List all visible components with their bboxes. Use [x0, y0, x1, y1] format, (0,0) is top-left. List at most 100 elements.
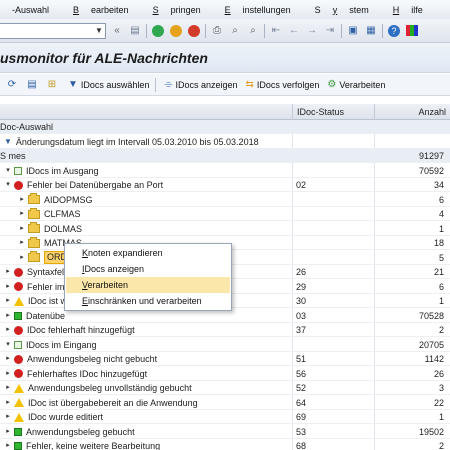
cancel-red-icon[interactable]	[187, 24, 201, 38]
tree-row[interactable]: ▾ Fehler bei Datenübergabe an Port 02 34	[0, 178, 450, 192]
expand-arrow-icon[interactable]: ▸	[4, 410, 12, 424]
tree-node[interactable]: ▸ AIDOPMSG	[18, 193, 93, 207]
expand-arrow-icon[interactable]: ▸	[4, 396, 12, 410]
expand-arrow-icon[interactable]: ▸	[18, 207, 26, 221]
menu-item-einschraenken-und-verarbeiten[interactable]: Einschränken und verarbeiten	[66, 293, 230, 309]
menu-item-system[interactable]: Sy stem	[303, 5, 381, 15]
expand-arrow-icon[interactable]: ▸	[4, 323, 12, 337]
tree-row[interactable]: ▸ IDoc fehlerhaft hinzugefügt 37 2	[0, 323, 450, 337]
menu-item-auswahl[interactable]: -Auswahl	[0, 5, 61, 15]
tree-row[interactable]: S mes 91297	[0, 149, 450, 163]
tree-node[interactable]: ▸ IDoc ist w	[4, 294, 67, 308]
verarbeiten-button[interactable]: ⚙ Verarbeiten	[327, 79, 385, 90]
help-icon[interactable]: ?	[387, 24, 401, 38]
tree-node[interactable]: ▸ IDoc ist übergabebereit an die Anwendun…	[4, 396, 197, 410]
back-icon[interactable]: «	[110, 24, 124, 38]
expand-arrow-icon[interactable]: ▸	[4, 367, 12, 381]
tree-row[interactable]: ▾ IDocs im Eingang 20705	[0, 338, 450, 352]
expand-arrow-icon[interactable]: ▸	[4, 294, 12, 308]
idoc-status-cell: 69	[296, 412, 307, 422]
tree-node[interactable]: ▼ Änderungsdatum liegt im Intervall 05.03…	[4, 135, 259, 149]
idocs-verfolgen-button[interactable]: ⇆ IDocs verfolgen	[246, 79, 320, 90]
tree-row[interactable]: ▸ DOLMAS 1	[0, 222, 450, 236]
tree-row[interactable]: ▾ IDocs im Ausgang 70592	[0, 164, 450, 178]
find-next-icon[interactable]: ⌕	[246, 24, 260, 38]
tree-node[interactable]: ▸ Anwendungsbeleg unvollständig gebucht	[4, 381, 191, 395]
tree-row[interactable]: ▸ IDoc wurde editiert 69 1	[0, 410, 450, 424]
tree-node-label: Datenübe	[26, 310, 66, 321]
idocs-anzeigen-button[interactable]: ⌯ IDocs anzeigen	[164, 79, 237, 90]
expand-arrow-icon[interactable]: ▸	[18, 236, 26, 250]
menu-item-verarbeiten[interactable]: Verarbeiten	[66, 277, 230, 293]
chevron-down-icon[interactable]: ▼	[93, 24, 105, 38]
idocs-auswaehlen-button[interactable]: ▼ IDocs auswählen	[68, 79, 149, 90]
expand-arrow-icon[interactable]: ▸	[4, 381, 12, 395]
tree-node[interactable]: S mes	[0, 149, 26, 163]
expand-arrow-icon[interactable]: ▸	[18, 251, 26, 265]
expand-arrow-icon[interactable]: ▸	[4, 439, 12, 450]
hierarchy-icon[interactable]: ⊞	[44, 77, 60, 93]
tree-node[interactable]: ▸ DOLMAS	[18, 222, 82, 236]
tree-node[interactable]: ▸ Fehler im	[4, 280, 64, 294]
tree-node[interactable]: ▾ IDocs im Ausgang	[4, 164, 98, 178]
tree-node[interactable]: ▾ Fehler bei Datenübergabe an Port	[4, 178, 163, 192]
new-session-icon[interactable]: ▣	[346, 24, 360, 38]
tree-node[interactable]: ▸ Fehlerhaftes IDoc hinzugefügt	[4, 367, 147, 381]
tree-row[interactable]: ▸ AIDOPMSG 6	[0, 193, 450, 207]
expand-arrow-icon[interactable]: ▸	[4, 280, 12, 294]
shortcut-icon[interactable]: ▦	[364, 24, 378, 38]
menu-item-hilfe[interactable]: Hilfe	[381, 5, 435, 15]
menu-item-idocs-anzeigen[interactable]: IDocs anzeigen	[66, 261, 230, 277]
list-icon[interactable]: ▤	[24, 77, 40, 93]
expand-arrow-icon[interactable]: ▸	[4, 352, 12, 366]
print-icon[interactable]: ⎙	[210, 24, 224, 38]
expand-arrow-icon[interactable]: ▸	[4, 309, 12, 323]
back-green-icon[interactable]	[151, 24, 165, 38]
success-status-icon	[14, 311, 22, 320]
refresh-icon[interactable]: ⟳	[4, 77, 20, 93]
expand-arrow-icon[interactable]: ▸	[4, 425, 12, 439]
command-field[interactable]: ▼	[0, 22, 106, 39]
tree-row[interactable]: ▸ Fehler, keine weitere Bearbeitung 68 2	[0, 439, 450, 450]
tree-node[interactable]: ▸ Datenübe	[4, 309, 65, 323]
menu-item-einstellungen[interactable]: Einstellungen	[213, 5, 303, 15]
exit-yellow-icon[interactable]	[169, 24, 183, 38]
last-page-icon[interactable]: ⇥	[323, 24, 337, 38]
save-icon[interactable]: ▤	[128, 24, 142, 38]
column-header-idoc-status[interactable]: IDoc-Status	[292, 104, 374, 120]
tree-row[interactable]: ▸ Anwendungsbeleg gebucht 53 19502	[0, 425, 450, 439]
expand-arrow-icon[interactable]: ▸	[4, 265, 12, 279]
tree-row[interactable]: ▸ Anwendungsbeleg unvollständig gebucht 52…	[0, 381, 450, 395]
tree-row[interactable]: ▸ IDoc ist übergabebereit an die Anwendun…	[0, 396, 450, 410]
expand-arrow-icon[interactable]: ▸	[18, 222, 26, 236]
tree-node[interactable]: ▸ Syntaxfel	[4, 265, 64, 279]
first-page-icon[interactable]: ⇤	[269, 24, 283, 38]
tree-row[interactable]: ▼ Änderungsdatum liegt im Intervall 05.03…	[0, 135, 450, 149]
column-header-anzahl[interactable]: Anzahl	[374, 104, 450, 120]
tree-node[interactable]: ▸ Anwendungsbeleg gebucht	[4, 425, 134, 439]
find-icon[interactable]: ⌕	[228, 24, 242, 38]
next-page-icon[interactable]: →	[305, 24, 319, 38]
tree-node[interactable]: ▸ Anwendungsbeleg nicht gebucht	[4, 352, 157, 366]
collapse-arrow-icon[interactable]: ▾	[4, 164, 12, 178]
tree-node[interactable]: ▸ IDoc wurde editiert	[4, 410, 103, 424]
menu-item-bearbeiten[interactable]: Bearbeiten	[61, 5, 141, 15]
tree-row[interactable]: ▸ Anwendungsbeleg nicht gebucht 51 1142	[0, 352, 450, 366]
menu-item-knoten-expandieren[interactable]: Knoten expandieren	[66, 245, 230, 261]
tree-row[interactable]: ▸ Fehlerhaftes IDoc hinzugefügt 56 26	[0, 367, 450, 381]
tree-node[interactable]: ▸ IDoc fehlerhaft hinzugefügt	[4, 323, 134, 337]
menu-item-springen[interactable]: Springen	[141, 5, 213, 15]
layout-icon[interactable]	[405, 24, 419, 38]
tree-node[interactable]: Doc-Auswahl	[0, 120, 53, 134]
tree-row[interactable]: ▸ CLFMAS 4	[0, 207, 450, 221]
collapse-arrow-icon[interactable]: ▾	[4, 338, 12, 352]
tree-node[interactable]: ▸ Fehler, keine weitere Bearbeitung	[4, 439, 160, 450]
collapse-arrow-icon[interactable]: ▾	[4, 178, 12, 192]
idoc-status-cell: 52	[296, 383, 307, 393]
expand-arrow-icon[interactable]: ▸	[18, 193, 26, 207]
tree-row[interactable]: Doc-Auswahl	[0, 120, 450, 134]
menu-bar: -Auswahl Bearbeiten Springen Einstellung…	[0, 0, 450, 19]
prev-page-icon[interactable]: ←	[287, 24, 301, 38]
tree-node[interactable]: ▸ CLFMAS	[18, 207, 81, 221]
tree-node[interactable]: ▾ IDocs im Eingang	[4, 338, 96, 352]
